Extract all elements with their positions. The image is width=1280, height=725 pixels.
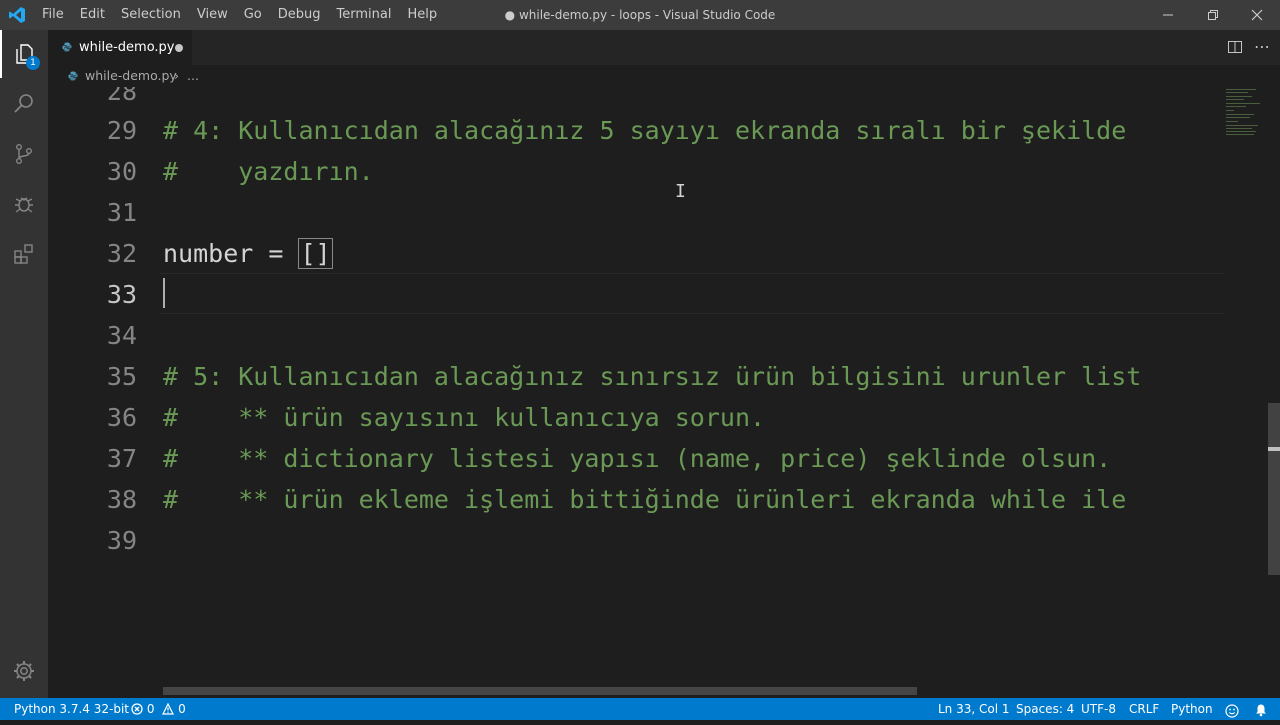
vscode-logo-icon: [9, 7, 25, 23]
code-text: # 4: Kullanıcıdan alacağınız 5 sayıyı ek…: [163, 116, 1127, 145]
source-control-icon: [15, 144, 32, 165]
more-actions-icon[interactable]: ⋯: [1254, 38, 1270, 56]
extensions-icon: [14, 244, 33, 264]
code-text: # ** dictionary listesi yapısı (name, pr…: [163, 444, 1112, 473]
line-number: 36: [106, 403, 137, 432]
breadcrumb-symbols[interactable]: ...: [187, 65, 199, 87]
explorer-badge: 1: [26, 56, 40, 70]
minimap[interactable]: [1224, 87, 1280, 698]
horizontal-scrollbar[interactable]: [163, 687, 917, 695]
code-line: 29 # 4: Kullanıcıdan alacağınız 5 sayıyı…: [48, 110, 1224, 151]
source-control-button[interactable]: [0, 130, 48, 178]
code-line: 30 # yazdırın.: [48, 151, 1224, 192]
tab-while-demo[interactable]: while-demo.py: [48, 30, 192, 65]
code-line: 37 # ** dictionary listesi yapısı (name,…: [48, 438, 1224, 479]
search-button[interactable]: [0, 80, 48, 128]
restore-icon: [1208, 10, 1218, 20]
menu-help[interactable]: Help: [399, 0, 445, 30]
code-line: 34: [48, 315, 1224, 356]
line-ending[interactable]: CRLF: [1129, 698, 1159, 720]
code-line: 31: [48, 192, 1224, 233]
code-line: 32 number = []: [48, 233, 1224, 274]
language-mode[interactable]: Python: [1171, 698, 1213, 720]
menu-view[interactable]: View: [189, 0, 236, 30]
extensions-button[interactable]: [0, 230, 48, 278]
window-title: ● while-demo.py - loops - Visual Studio …: [504, 8, 776, 22]
code-line: 38 # ** ürün ekleme işlemi bittiğinde ür…: [48, 479, 1224, 520]
close-icon: [1251, 9, 1263, 21]
line-number: 33: [106, 280, 137, 309]
menu-go[interactable]: Go: [236, 0, 270, 30]
restore-button[interactable]: [1190, 0, 1236, 30]
title-bar: File Edit Selection View Go Debug Termin…: [0, 0, 1280, 30]
menu-bar: File Edit Selection View Go Debug Termin…: [34, 0, 445, 30]
code-line: 35 # 5: Kullanıcıdan alacağınız sınırsız…: [48, 356, 1224, 397]
manage-button[interactable]: [0, 647, 48, 695]
problems-indicator[interactable]: 0 0: [131, 698, 186, 720]
line-number: 34: [106, 321, 137, 350]
code-line: 36 # ** ürün sayısını kullanıcıya sorun.: [48, 397, 1224, 438]
tab-bar: while-demo.py ⋯: [48, 30, 1280, 65]
error-icon: [131, 703, 143, 715]
debug-icon: [15, 197, 33, 213]
code-line: 39: [48, 520, 1224, 561]
code-text: # 5: Kullanıcıdan alacağınız sınırsız ür…: [163, 362, 1142, 391]
menu-terminal[interactable]: Terminal: [329, 0, 400, 30]
menu-file[interactable]: File: [34, 0, 72, 30]
settings-gear-icon: [14, 661, 34, 681]
line-number: 35: [106, 362, 137, 391]
debug-button[interactable]: [0, 180, 48, 228]
python-file-icon: [62, 42, 72, 52]
code-text: # ** ürün sayısını kullanıcıya sorun.: [163, 403, 766, 432]
activity-bar: 1: [0, 30, 48, 698]
code-text: # ** ürün ekleme işlemi bittiğinde ürünl…: [163, 485, 1127, 514]
line-number: 37: [106, 444, 137, 473]
line-number: 38: [106, 485, 137, 514]
code-assignment: number =: [163, 239, 299, 268]
text-cursor: [163, 278, 165, 308]
line-number: 30: [106, 157, 137, 186]
close-button[interactable]: [1234, 0, 1280, 30]
indentation[interactable]: Spaces: 4: [1016, 698, 1074, 720]
code-text: number = []: [163, 233, 333, 274]
menu-debug[interactable]: Debug: [270, 0, 329, 30]
unsaved-dot-icon[interactable]: [175, 44, 183, 52]
code-editor[interactable]: 28 29 # 4: Kullanıcıdan alacağınız 5 say…: [48, 87, 1224, 698]
split-editor-icon[interactable]: [1228, 40, 1242, 54]
minimap-preview: [1226, 89, 1260, 135]
breadcrumb-file[interactable]: while-demo.py: [85, 65, 177, 87]
error-count: 0: [146, 702, 155, 716]
line-number: 31: [106, 198, 137, 227]
line-number: 29: [106, 116, 137, 145]
active-indicator: [0, 30, 2, 78]
tab-label: while-demo.py: [79, 40, 175, 55]
python-interpreter[interactable]: Python 3.7.4 32-bit: [14, 698, 129, 720]
menu-edit[interactable]: Edit: [72, 0, 113, 30]
notifications-bell-icon[interactable]: [1254, 702, 1268, 717]
mouse-ibeam-icon: I: [675, 181, 686, 202]
cursor-position-marker: [1268, 447, 1280, 451]
cursor-position[interactable]: Ln 33, Col 1: [938, 698, 1010, 720]
warning-count: 0: [178, 702, 186, 716]
warning-icon: [162, 702, 175, 715]
line-number: 28: [106, 87, 137, 106]
vertical-scrollbar-thumb[interactable]: [1268, 403, 1280, 575]
breadcrumb: while-demo.py › ...: [48, 65, 1224, 87]
explorer-button[interactable]: 1: [0, 30, 48, 78]
python-file-icon: [68, 71, 78, 81]
encoding[interactable]: UTF-8: [1081, 698, 1116, 720]
search-icon: [14, 94, 33, 113]
code-line: 28: [48, 87, 1224, 112]
line-number: 39: [106, 526, 137, 555]
code-text: # yazdırın.: [163, 157, 374, 186]
menu-selection[interactable]: Selection: [113, 0, 189, 30]
minimize-icon: [1163, 14, 1173, 16]
breadcrumb-separator: ›: [174, 68, 179, 83]
status-bar: Python 3.7.4 32-bit 0 0 Ln 33, Col 1 Spa…: [0, 698, 1280, 720]
code-line: 33: [48, 274, 1224, 315]
bracket-match-highlight: []: [298, 238, 333, 269]
feedback-smiley-icon[interactable]: [1225, 703, 1239, 718]
line-number: 32: [106, 239, 137, 268]
minimize-button[interactable]: [1145, 0, 1191, 30]
